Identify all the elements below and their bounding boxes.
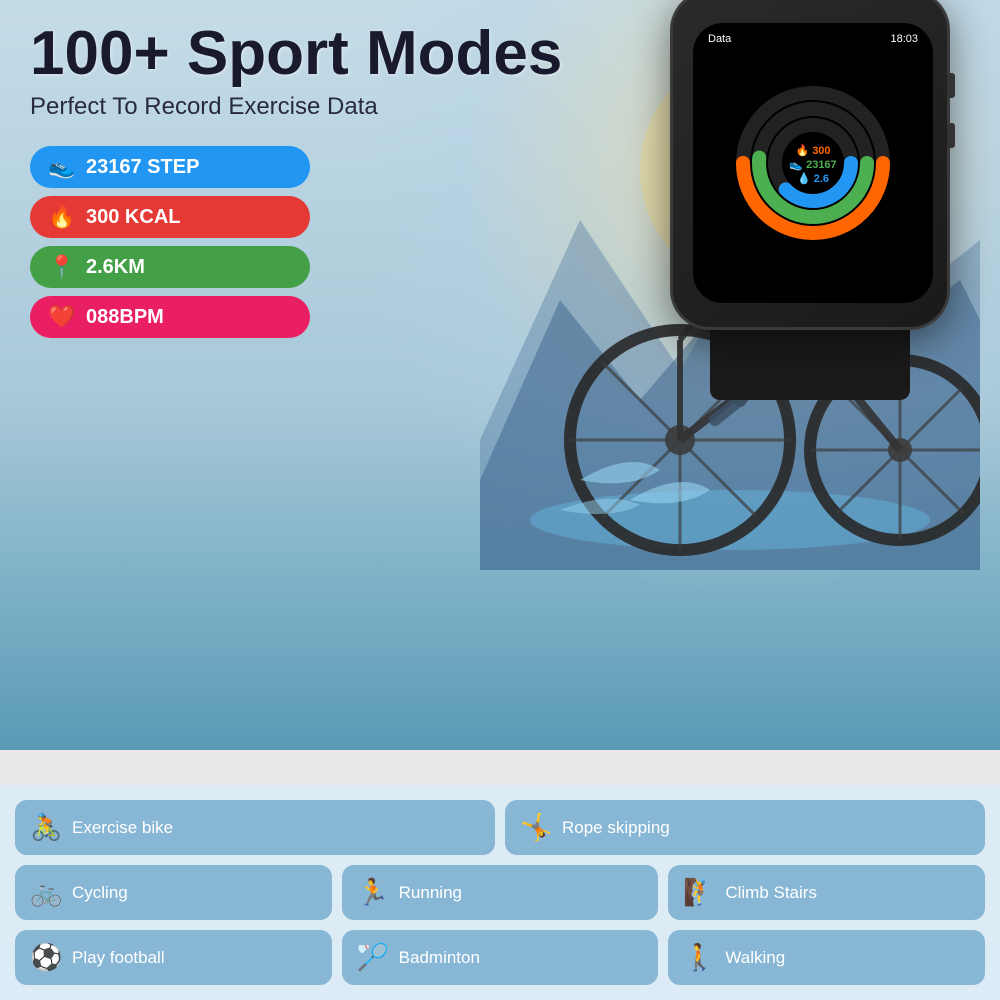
climb-stairs-icon: 🧗 <box>683 877 715 908</box>
rope-skipping-label: Rope skipping <box>562 818 670 838</box>
distance-icon: 📍 <box>48 254 76 280</box>
stat-calories: 🔥 300 KCAL <box>30 196 310 238</box>
climb-stairs-label: Climb Stairs <box>725 883 817 903</box>
spacer <box>0 353 1000 785</box>
bpm-icon: ❤️ <box>48 304 76 330</box>
bottom-section: 🚴 Exercise bike 🤸 Rope skipping 🚲 Cyclin… <box>0 785 1000 1000</box>
rope-skipping-icon: 🤸 <box>520 812 552 843</box>
sport-grid: 🚲 Cycling 🏃 Running 🧗 Climb Stairs ⚽ Pla… <box>15 865 985 985</box>
walking-icon: 🚶 <box>683 942 715 973</box>
watch-container: Data 18:03 <box>650 0 970 360</box>
distance-value: 2.6KM <box>86 256 145 279</box>
steps-value: 23167 STEP <box>86 156 199 179</box>
sport-card-running: 🏃 Running <box>342 865 659 920</box>
svg-text:🔥 300: 🔥 300 <box>795 144 830 157</box>
stat-bpm: ❤️ 088BPM <box>30 296 310 338</box>
bpm-value: 088BPM <box>86 306 164 329</box>
stats-area: 👟 23167 STEP 🔥 300 KCAL 📍 2.6KM ❤️ 088BP… <box>0 131 360 353</box>
watch-ring-chart: 🔥 300 👟 23167 💧 2.6 <box>728 78 898 248</box>
walking-label: Walking <box>725 948 785 968</box>
svg-text:👟 23167: 👟 23167 <box>789 159 836 171</box>
svg-text:💧 2.6: 💧 2.6 <box>797 172 829 185</box>
running-label: Running <box>399 883 462 903</box>
watch-display-header: Data 18:03 <box>693 33 933 45</box>
exercise-bike-icon: 🚴 <box>30 812 62 843</box>
sport-card-cycling: 🚲 Cycling <box>15 865 332 920</box>
badminton-label: Badminton <box>399 948 480 968</box>
stat-steps: 👟 23167 STEP <box>30 146 310 188</box>
cycling-icon: 🚲 <box>30 877 62 908</box>
sport-card-badminton: 🏸 Badminton <box>342 930 659 985</box>
badminton-icon: 🏸 <box>357 942 389 973</box>
exercise-bike-label: Exercise bike <box>72 818 173 838</box>
watch-button-top <box>947 73 955 98</box>
sport-card-play-football: ⚽ Play football <box>15 930 332 985</box>
steps-icon: 👟 <box>48 154 76 180</box>
main-content: 100+ Sport Modes Perfect To Record Exerc… <box>0 0 1000 1000</box>
calories-icon: 🔥 <box>48 204 76 230</box>
sport-card-exercise-bike: 🚴 Exercise bike <box>15 800 495 855</box>
play-football-icon: ⚽ <box>30 942 62 973</box>
cycling-label: Cycling <box>72 883 128 903</box>
sport-card-rope-skipping: 🤸 Rope skipping <box>505 800 985 855</box>
sport-card-walking: 🚶 Walking <box>668 930 985 985</box>
watch-body: Data 18:03 <box>670 0 950 330</box>
stat-distance: 📍 2.6KM <box>30 246 310 288</box>
watch-button-bottom <box>947 123 955 148</box>
play-football-label: Play football <box>72 948 165 968</box>
sport-card-climb-stairs: 🧗 Climb Stairs <box>668 865 985 920</box>
top-sport-row: 🚴 Exercise bike 🤸 Rope skipping <box>15 800 985 855</box>
calories-value: 300 KCAL <box>86 206 180 229</box>
watch-time: 18:03 <box>890 33 918 45</box>
running-icon: 🏃 <box>357 877 389 908</box>
watch-screen: Data 18:03 <box>693 23 933 303</box>
watch-data-label: Data <box>708 33 731 45</box>
watch-band-bottom <box>710 330 910 400</box>
